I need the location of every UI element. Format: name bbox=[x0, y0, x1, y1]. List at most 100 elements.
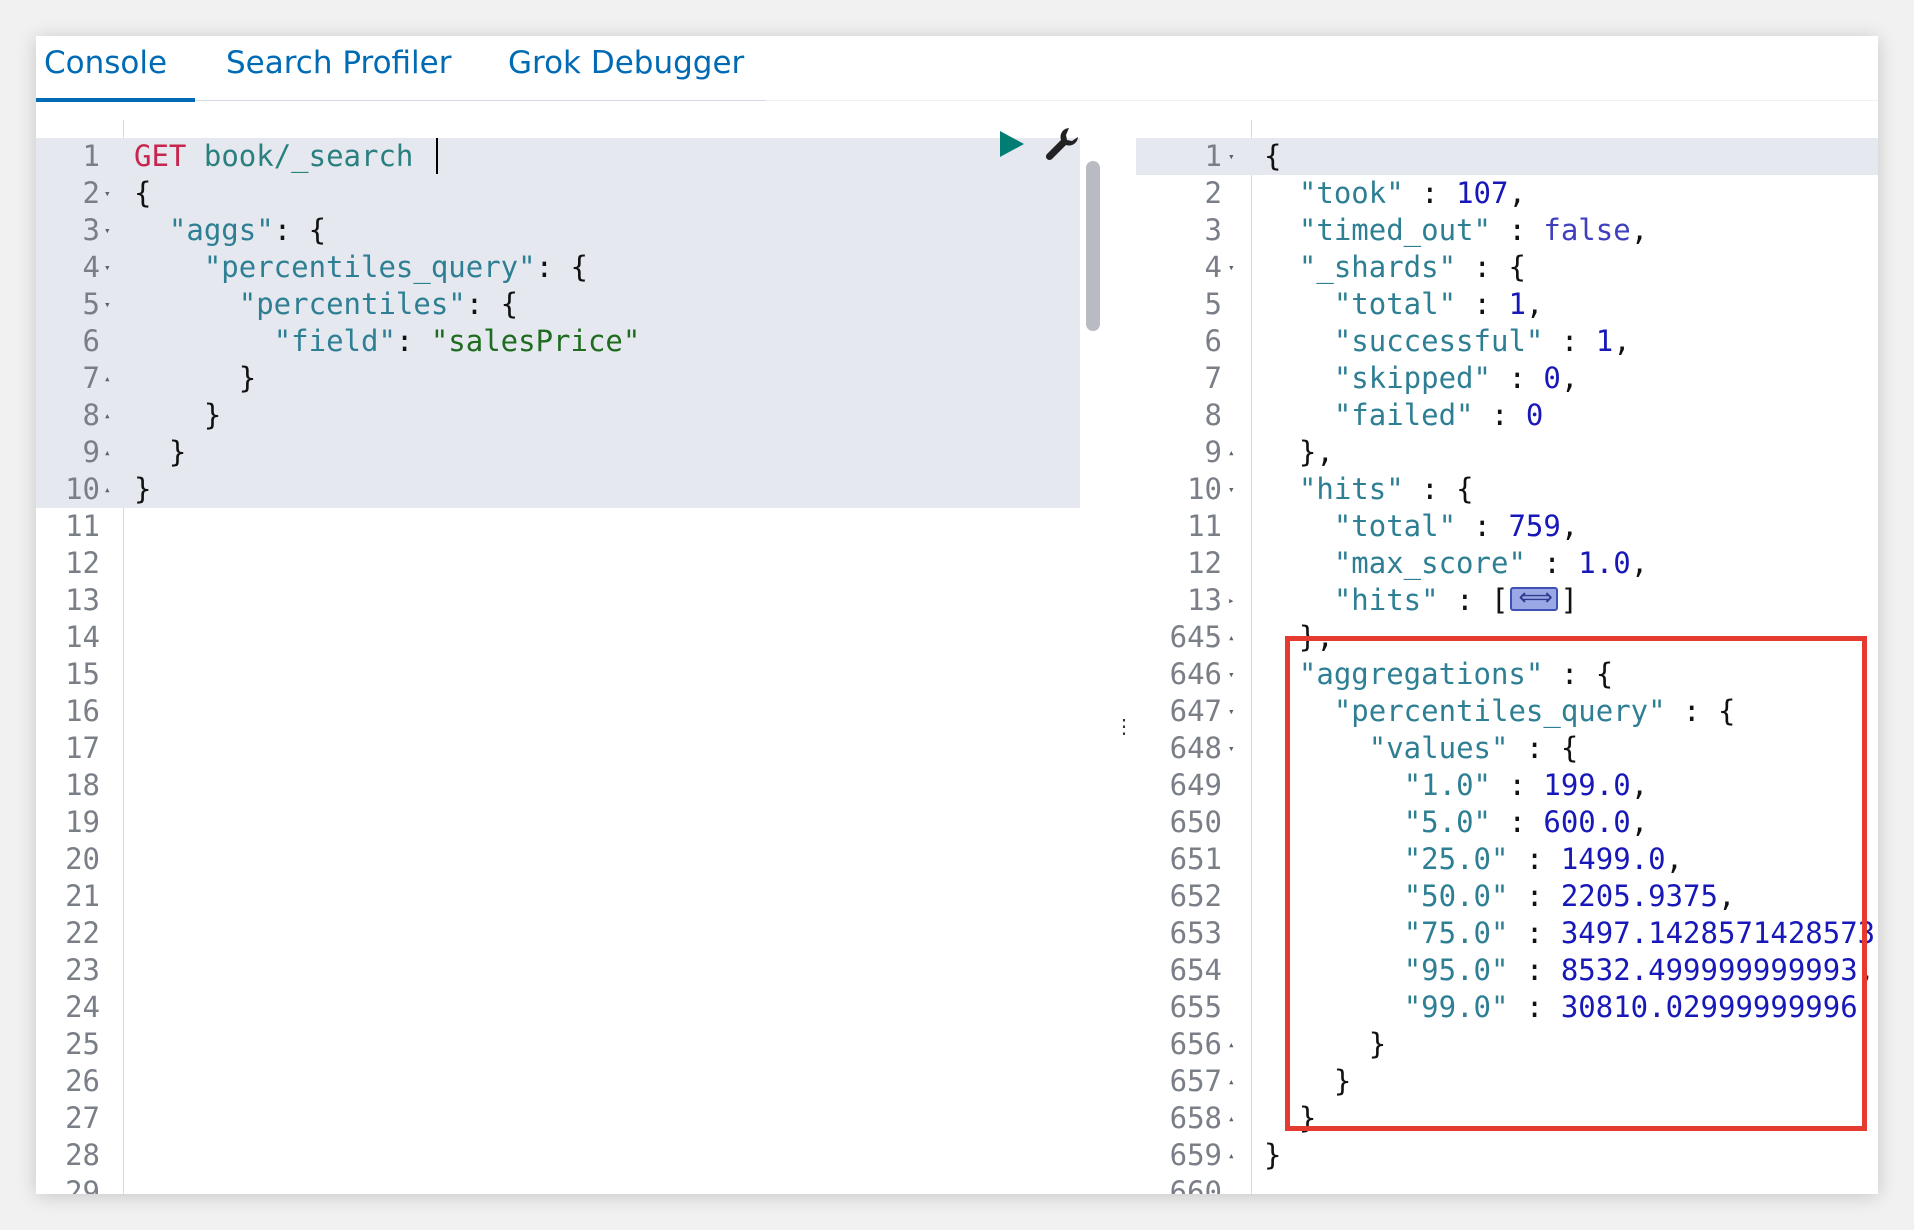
collapsed-range-icon[interactable] bbox=[1510, 579, 1559, 616]
editor-line[interactable]: 18 bbox=[36, 767, 1080, 804]
line-number: 3 bbox=[1204, 213, 1222, 247]
fold-close-icon[interactable]: ▴ bbox=[1228, 1100, 1244, 1137]
fold-open-icon[interactable]: ▾ bbox=[1228, 471, 1244, 508]
line-number: 12 bbox=[1187, 546, 1222, 580]
editor-line[interactable]: 8 ▴ } bbox=[36, 397, 1080, 434]
fold-close-icon[interactable]: ▴ bbox=[1228, 1137, 1244, 1174]
tab-console[interactable]: Console bbox=[36, 36, 196, 102]
editor-line[interactable]: 10 ▴} bbox=[36, 471, 1080, 508]
line-number: 650 bbox=[1169, 805, 1222, 839]
editor-scrollbar-thumb[interactable] bbox=[1086, 161, 1100, 331]
editor-line[interactable]: 26 bbox=[36, 1063, 1080, 1100]
editor-line[interactable]: 22 bbox=[36, 915, 1080, 952]
editor-line[interactable]: 24 bbox=[36, 989, 1080, 1026]
line-number: 24 bbox=[65, 990, 100, 1024]
output-line[interactable]: 11 "total" : 759, bbox=[1136, 508, 1878, 545]
fold-open-icon[interactable]: ▾ bbox=[1228, 693, 1244, 730]
code-token: } bbox=[134, 361, 257, 395]
fold-close-icon[interactable]: ▴ bbox=[104, 471, 120, 508]
output-line[interactable]: 12 "max_score" : 1.0, bbox=[1136, 545, 1878, 582]
code-text: "_shards" : { bbox=[1264, 249, 1526, 286]
code-token: : bbox=[1525, 546, 1579, 580]
output-line[interactable]: 6 "successful" : 1, bbox=[1136, 323, 1878, 360]
code-token: , bbox=[1613, 324, 1631, 358]
editor-line[interactable]: 3 ▾ "aggs": { bbox=[36, 212, 1080, 249]
editor-line[interactable]: 20 bbox=[36, 841, 1080, 878]
fold-open-icon[interactable]: ▾ bbox=[1228, 730, 1244, 767]
editor-line[interactable]: 25 bbox=[36, 1026, 1080, 1063]
editor-line[interactable]: 27 bbox=[36, 1100, 1080, 1137]
editor-line[interactable]: 9 ▴ } bbox=[36, 434, 1080, 471]
editor-line[interactable]: 14 bbox=[36, 619, 1080, 656]
editor-line[interactable]: 5 ▾ "percentiles": { bbox=[36, 286, 1080, 323]
fold-close-icon[interactable]: ▴ bbox=[1228, 434, 1244, 471]
tab-grok-debugger[interactable]: Grok Debugger bbox=[508, 36, 744, 100]
editor-line[interactable]: 29 bbox=[36, 1174, 1080, 1194]
code-token: 0 bbox=[1525, 398, 1544, 432]
line-number: 22 bbox=[65, 916, 100, 950]
code-token: : bbox=[1490, 213, 1544, 247]
code-text: { bbox=[1264, 138, 1281, 175]
fold-open-icon[interactable]: ▾ bbox=[104, 175, 120, 212]
line-number: 23 bbox=[65, 953, 100, 987]
code-token: { bbox=[1264, 139, 1282, 173]
editor-line[interactable]: 1 GET book/_search bbox=[36, 138, 1080, 175]
wrench-icon[interactable] bbox=[1042, 124, 1082, 164]
output-line[interactable]: 5 "total" : 1, bbox=[1136, 286, 1878, 323]
fold-close-icon[interactable]: ▴ bbox=[1228, 1026, 1244, 1063]
editor-line[interactable]: 2 ▾ { bbox=[36, 175, 1080, 212]
editor-line[interactable]: 28 bbox=[36, 1137, 1080, 1174]
line-number: 656 bbox=[1169, 1027, 1222, 1061]
editor-line[interactable]: 4 ▾ "percentiles_query": { bbox=[36, 249, 1080, 286]
fold-open-icon[interactable]: ▾ bbox=[104, 249, 120, 286]
fold-open-icon[interactable]: ▾ bbox=[1228, 138, 1244, 175]
output-line[interactable]: 4 ▾ "_shards" : { bbox=[1136, 249, 1878, 286]
output-line[interactable]: 3 "timed_out" : false, bbox=[1136, 212, 1878, 249]
code-text: GET book/_search bbox=[134, 138, 413, 175]
code-token: "hits" bbox=[1333, 583, 1439, 617]
output-line[interactable]: 1 ▾ { bbox=[1136, 138, 1878, 175]
fold-open-icon[interactable]: ▾ bbox=[104, 212, 120, 249]
output-line[interactable]: 7 "skipped" : 0, bbox=[1136, 360, 1878, 397]
fold-close-icon[interactable]: ▴ bbox=[104, 397, 120, 434]
fold-close-icon[interactable]: ▴ bbox=[104, 360, 120, 397]
line-number: 2 bbox=[1204, 176, 1222, 210]
code-token: 1.0 bbox=[1578, 546, 1631, 580]
fold-collapsed-icon[interactable]: ▸ bbox=[1228, 582, 1244, 619]
output-line[interactable]: 659 ▴} bbox=[1136, 1137, 1878, 1174]
line-number: 13 bbox=[65, 583, 100, 617]
fold-open-icon[interactable]: ▾ bbox=[1228, 656, 1244, 693]
output-line[interactable]: 13▸ "hits" : [] bbox=[1136, 579, 1878, 619]
code-token: , bbox=[1560, 361, 1579, 395]
code-text: "percentiles": { bbox=[134, 286, 518, 323]
editor-line[interactable]: 6 "field": "salesPrice" bbox=[36, 323, 1080, 360]
pane-resize-handle[interactable]: ⋮ bbox=[1114, 716, 1134, 748]
editor-line[interactable]: 13 bbox=[36, 582, 1080, 619]
fold-close-icon[interactable]: ▴ bbox=[1228, 1063, 1244, 1100]
fold-close-icon[interactable]: ▴ bbox=[104, 434, 120, 471]
output-line[interactable]: 660 bbox=[1136, 1174, 1878, 1194]
tab-search-profiler[interactable]: Search Profiler bbox=[226, 36, 452, 100]
code-token: "salesPrice" bbox=[430, 324, 641, 358]
editor-line[interactable]: 12 bbox=[36, 545, 1080, 582]
editor-line[interactable]: 17 bbox=[36, 730, 1080, 767]
fold-open-icon[interactable]: ▾ bbox=[104, 286, 120, 323]
output-line[interactable]: 9 ▴ }, bbox=[1136, 434, 1878, 471]
fold-close-icon[interactable]: ▴ bbox=[1228, 619, 1244, 656]
editor-line[interactable]: 23 bbox=[36, 952, 1080, 989]
fold-open-icon[interactable]: ▾ bbox=[1228, 249, 1244, 286]
editor-line[interactable]: 21 bbox=[36, 878, 1080, 915]
editor-line[interactable]: 7 ▴ } bbox=[36, 360, 1080, 397]
output-line[interactable]: 2 "took" : 107, bbox=[1136, 175, 1878, 212]
play-icon[interactable] bbox=[994, 127, 1028, 161]
editor-line[interactable]: 16 bbox=[36, 693, 1080, 730]
line-number: 1 bbox=[1204, 139, 1222, 173]
editor-line[interactable]: 15 bbox=[36, 656, 1080, 693]
output-line[interactable]: 8 "failed" : 0 bbox=[1136, 397, 1878, 434]
code-token: , bbox=[1525, 287, 1544, 321]
editor-line[interactable]: 19 bbox=[36, 804, 1080, 841]
editor-line[interactable]: 11 bbox=[36, 508, 1080, 545]
output-line[interactable]: 10 ▾ "hits" : { bbox=[1136, 471, 1878, 508]
request-editor[interactable]: 1 GET book/_search 2 ▾{3 ▾ "aggs": {4 ▾ "perc… bbox=[36, 120, 1080, 1194]
